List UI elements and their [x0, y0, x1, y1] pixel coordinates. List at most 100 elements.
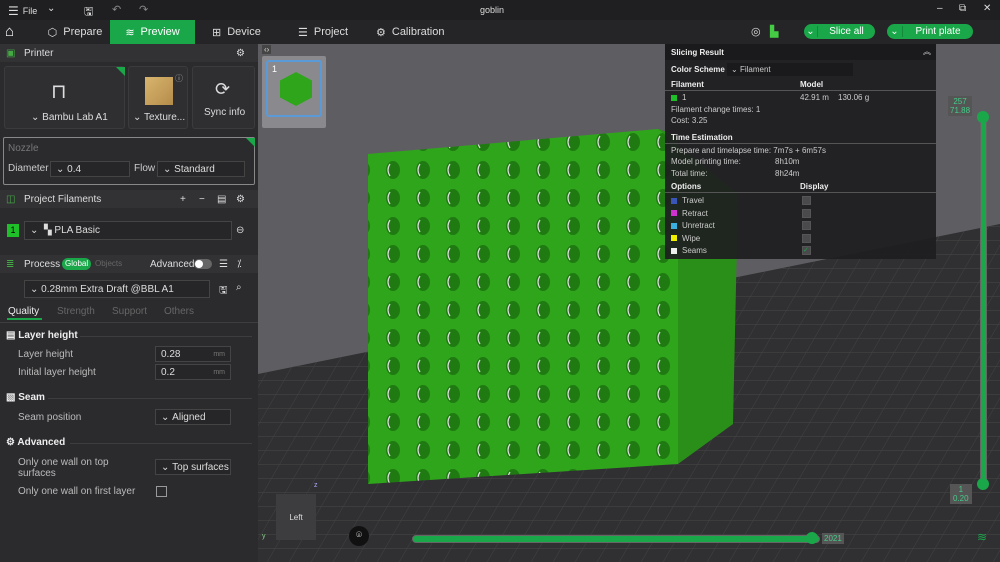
save-icon[interactable]: 🖫 [219, 283, 228, 300]
printer-header: ▣ Printer ⚙ [0, 44, 258, 62]
view-cube[interactable]: Left [276, 494, 316, 540]
collapse-icon[interactable]: ‹› [262, 45, 272, 54]
tab-quality[interactable]: Quality [8, 306, 39, 317]
vertical-slider-top-handle[interactable] [977, 111, 989, 123]
diameter-label: Diameter [8, 163, 49, 174]
file-menu[interactable]: ☰ File [8, 4, 37, 18]
group-title: Layer height [18, 330, 78, 341]
nozzle-section: Nozzle Diameter ⌄ 0.4 Flow ⌄ Standard [3, 137, 255, 185]
tab-device[interactable]: ⊞ Device [212, 20, 261, 44]
compare-icon[interactable]: ⁒ [237, 259, 242, 270]
option-display-checkbox[interactable] [802, 221, 811, 230]
bottom-layer-label: 1 0.20 [950, 484, 972, 504]
horizontal-slider-handle[interactable] [806, 532, 818, 544]
minimize-icon[interactable]: – [937, 3, 943, 14]
tab-strength[interactable]: Strength [57, 306, 95, 317]
advanced-label: Advanced [150, 258, 195, 270]
home-icon[interactable]: ⌂ [5, 23, 14, 40]
add-icon[interactable]: + [180, 194, 186, 205]
vertical-slider-bottom-handle[interactable] [977, 478, 989, 490]
tab-calibration[interactable]: ⚙ Calibration [376, 20, 444, 44]
active-tab-indicator [7, 318, 42, 320]
option-display-checkbox[interactable] [802, 196, 811, 205]
filament-name: PLA Basic [54, 225, 101, 236]
tab-others[interactable]: Others [164, 306, 194, 317]
search-icon[interactable]: ⌕ [236, 282, 242, 293]
check-icon [116, 67, 125, 76]
one-wall-first-checkbox[interactable] [156, 486, 167, 497]
info-icon[interactable]: ⓘ [175, 73, 183, 84]
restore-icon[interactable]: ⧉ [959, 3, 966, 14]
top-layer-height: 71.88 [950, 106, 971, 115]
global-toggle[interactable]: Global [62, 258, 92, 270]
display-heading: Display [800, 182, 829, 191]
section-title: Process [24, 258, 61, 270]
tab-project[interactable]: ☰ Project [298, 20, 348, 44]
layers-icon: ≋ [125, 26, 135, 39]
plate-select[interactable]: ⓘ ⌄ Texture... [128, 66, 188, 129]
close-icon[interactable]: ✕ [983, 3, 991, 14]
color-scheme-select[interactable]: ⌄ Filament [727, 63, 853, 76]
plate-texture-image [145, 77, 173, 105]
slicing-result-panel: Slicing Result ︽ Color Scheme ⌄ Filament… [665, 44, 936, 259]
printer-select[interactable]: ⊓ ⌄ Bambu Lab A1 [4, 66, 125, 129]
fit-view-icon[interactable]: ⌾ [349, 526, 369, 546]
tab-preview[interactable]: ≋ Preview [110, 20, 195, 44]
horizontal-slider[interactable] [412, 535, 820, 543]
advanced-switch[interactable] [194, 259, 212, 269]
diameter-value: 0.4 [67, 163, 82, 175]
filament-select[interactable]: ⌄ ▚ PLA Basic [24, 221, 232, 240]
one-wall-top-select[interactable]: ⌄ Top surfaces [155, 459, 231, 475]
color-swatch [671, 197, 677, 204]
collapse-icon[interactable]: ︽ [923, 46, 931, 57]
tab-label: Calibration [391, 26, 445, 38]
undo-icon[interactable]: ↶ [112, 3, 121, 16]
calibration-icon: ⚙ [376, 26, 386, 39]
slice-all-button[interactable]: ⌄ Slice all [804, 24, 875, 39]
sync-filament-icon[interactable]: ▤ [217, 194, 226, 205]
print-plate-button[interactable]: ⌄ Print plate [887, 24, 973, 39]
gear-icon[interactable]: ⚙ [236, 48, 245, 59]
tab-support[interactable]: Support [112, 306, 147, 317]
filament-options-icon[interactable]: ⊖ [236, 225, 244, 236]
objects-toggle[interactable]: Objects [95, 258, 122, 270]
layer-height-group: ▤ Layer height [6, 330, 78, 341]
option-label: Wipe [682, 233, 701, 243]
diameter-select[interactable]: ⌄ 0.4 [50, 161, 130, 177]
layers-icon[interactable]: ≋ [977, 530, 987, 544]
group-title: Seam [18, 392, 45, 403]
layer-height-input[interactable]: 0.28 mm [155, 346, 231, 362]
vertical-slider[interactable] [980, 116, 987, 486]
redo-icon[interactable]: ↷ [139, 3, 148, 16]
check-icon [246, 138, 255, 147]
option-display-checkbox[interactable]: ✓ [802, 246, 811, 255]
seam-position-select[interactable]: ⌄ Aligned [155, 409, 231, 425]
process-preset-select[interactable]: ⌄ 0.28mm Extra Draft @BBL A1 [24, 280, 210, 298]
one-wall-first-label: Only one wall on first layer [18, 486, 136, 497]
spiral-icon[interactable]: ◎ [751, 25, 761, 38]
tab-label: Device [227, 26, 261, 38]
option-display-checkbox[interactable] [802, 233, 811, 243]
remove-icon[interactable]: − [199, 194, 205, 205]
plate-name-text: Texture... [143, 112, 186, 123]
chevron-down-icon[interactable]: ⌄ [47, 3, 55, 14]
gear-icon[interactable]: ⚙ [236, 194, 245, 205]
initial-layer-height-input[interactable]: 0.2 mm [155, 364, 231, 380]
flow-select[interactable]: ⌄ Standard [157, 161, 245, 177]
option-travel: Travel [671, 196, 704, 205]
tab-label: Preview [140, 26, 180, 38]
printer-name-text: Bambu Lab A1 [42, 112, 108, 123]
color-swatch [671, 210, 677, 217]
option-label: Travel [682, 196, 704, 205]
chevron-down-icon[interactable]: ⌄ [804, 26, 818, 37]
option-seams: Seams [671, 246, 707, 255]
option-display-checkbox[interactable] [802, 208, 811, 218]
tab-prepare[interactable]: ⬡ Prepare [40, 20, 110, 44]
layout-icon[interactable]: ▙ [770, 25, 778, 38]
sync-info-button[interactable]: ⟳ Sync info [192, 66, 255, 129]
chevron-down-icon[interactable]: ⌄ [887, 26, 903, 37]
list-icon[interactable]: ☰ [219, 259, 228, 270]
process-header: ≣ Process Global Objects Advanced ☰ ⁒ [0, 255, 258, 273]
plate-thumbnail[interactable]: 1 [262, 56, 326, 128]
z-axis-label: z [314, 482, 318, 489]
